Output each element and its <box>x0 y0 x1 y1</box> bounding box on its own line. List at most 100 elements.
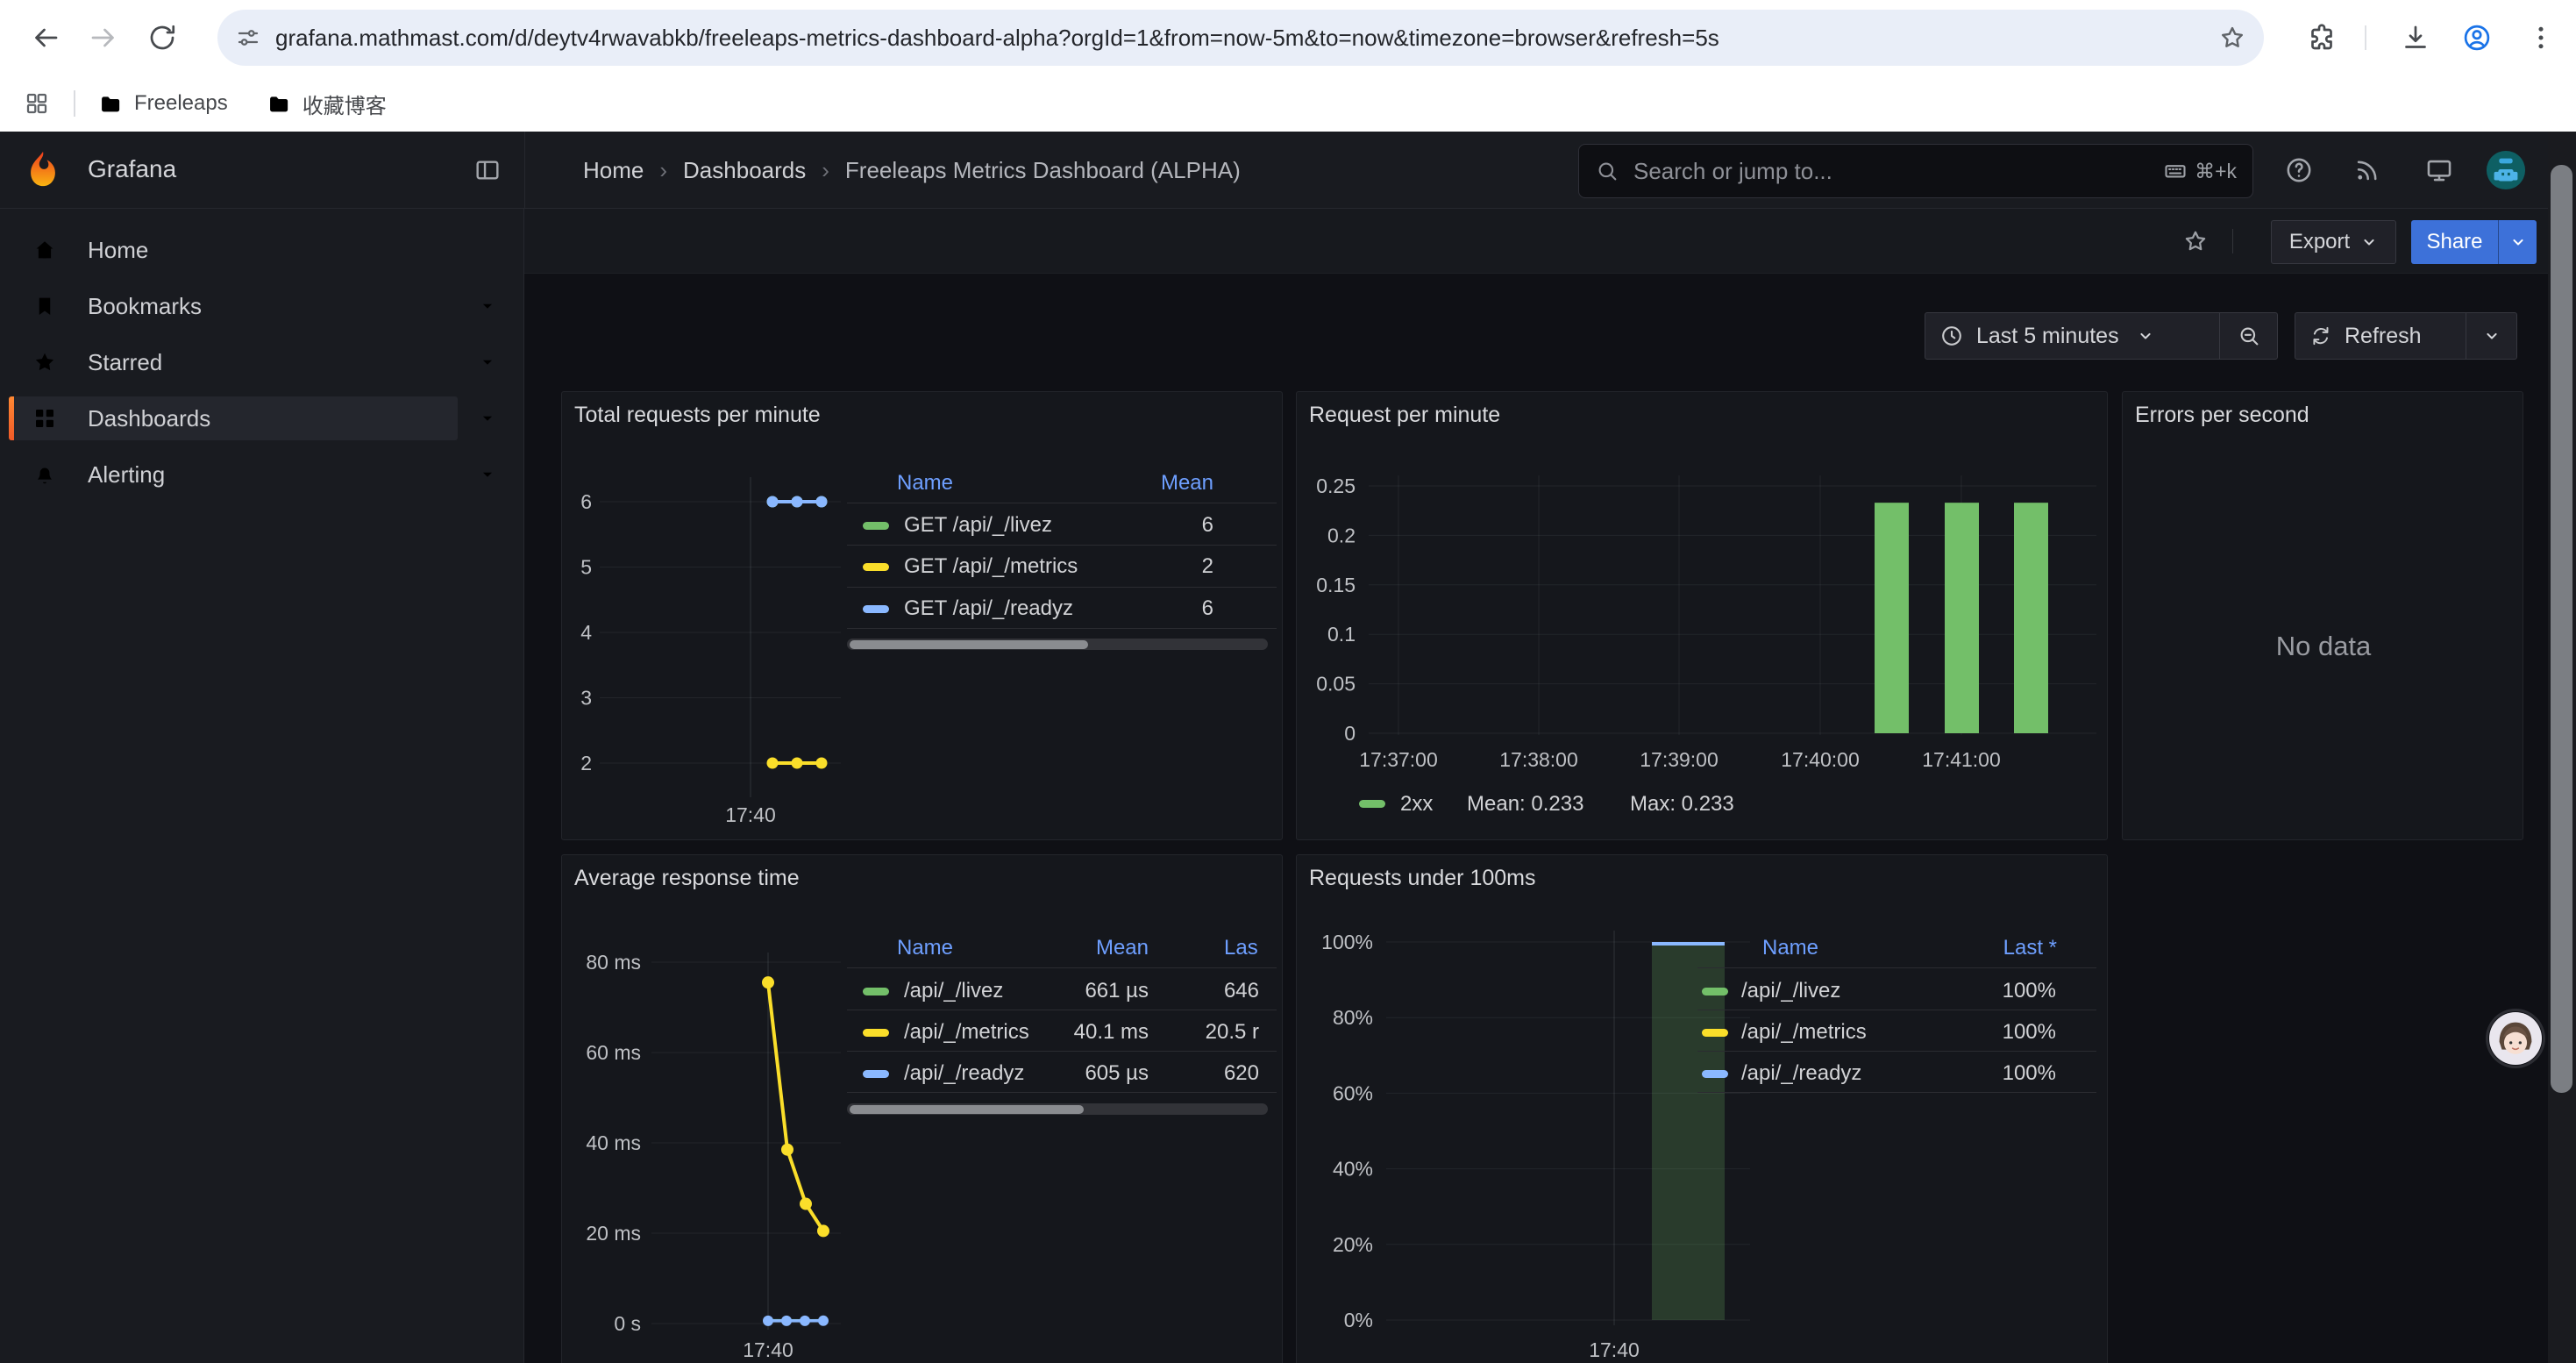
legend-series-name[interactable]: /api/_/readyz <box>904 1061 1024 1086</box>
legend-header[interactable]: Las <box>1224 936 1258 960</box>
legend-value: 20.5 r <box>1206 1020 1259 1045</box>
chevron-down-icon[interactable] <box>478 296 497 316</box>
bookmark-item[interactable]: Freeleaps <box>98 91 228 116</box>
refresh-icon <box>2309 325 2332 347</box>
share-caret-button[interactable] <box>2498 220 2537 264</box>
svg-text:0.2: 0.2 <box>1327 524 1356 546</box>
sidebar-item-home[interactable]: Home <box>0 222 524 278</box>
assistant-avatar[interactable] <box>2488 1011 2543 1066</box>
browser-menu-icon[interactable] <box>2525 22 2557 54</box>
panel-title[interactable]: Errors per second <box>2135 403 2309 428</box>
bookmark-star-icon[interactable] <box>2218 24 2246 52</box>
profile-icon[interactable] <box>2461 22 2493 54</box>
share-label[interactable]: Share <box>2411 220 2498 264</box>
search-shortcut: ⌘+k <box>2163 159 2237 183</box>
reload-icon[interactable] <box>146 22 178 54</box>
sidebar-item-bookmarks[interactable]: Bookmarks <box>0 278 524 334</box>
panel-errors-per-second: Errors per second No data <box>2122 391 2523 840</box>
refresh-interval-caret[interactable] <box>2466 313 2516 359</box>
legend-divider <box>1697 1092 2096 1093</box>
sidebar-item-alerting[interactable]: Alerting <box>0 446 524 503</box>
legend-divider <box>847 587 1277 588</box>
series-pill <box>863 563 889 571</box>
legend-series-name[interactable]: /api/_/metrics <box>904 1020 1029 1045</box>
export-button[interactable]: Export <box>2271 220 2396 264</box>
legend-header[interactable]: Mean <box>1161 471 1213 496</box>
scrollbar-thumb[interactable] <box>2551 165 2572 1093</box>
legend-divider <box>847 967 1277 968</box>
breadcrumb-item[interactable]: Freeleaps Metrics Dashboard (ALPHA) <box>845 157 1241 184</box>
legend-table: NameMeanLas/api/_/livez661 µs646/api/_/m… <box>562 855 1282 1363</box>
bookmark-item[interactable]: 收藏博客 <box>267 89 387 119</box>
legend-header[interactable]: Name <box>897 936 953 960</box>
collapse-menu-icon[interactable] <box>473 156 502 184</box>
legend-header[interactable]: Last * <box>2003 936 2057 960</box>
user-avatar[interactable] <box>2486 150 2526 190</box>
legend-scrollbar[interactable] <box>847 639 1268 650</box>
legend-mean: Mean: 0.233 <box>1467 792 1583 817</box>
page-scrollbar[interactable] <box>2548 132 2576 1363</box>
display-icon[interactable] <box>2424 155 2454 185</box>
time-range-picker[interactable]: Last 5 minutes <box>1925 312 2278 360</box>
site-settings-icon[interactable] <box>235 25 261 51</box>
series-pill <box>1702 988 1728 995</box>
sidebar-item-highlight <box>9 453 458 496</box>
panel-title[interactable]: Request per minute <box>1309 403 1500 428</box>
sidebar-item-dashboards[interactable]: Dashboards <box>0 390 524 446</box>
search-box[interactable]: ⌘+k <box>1578 144 2253 198</box>
chevron-down-icon[interactable] <box>478 409 497 428</box>
favorite-dashboard-icon[interactable] <box>2182 228 2209 254</box>
chevron-down-icon <box>2509 233 2527 251</box>
legend-table: NameLast */api/_/livez100%/api/_/metrics… <box>1297 855 2107 1363</box>
sidebar-item-starred[interactable]: Starred <box>0 334 524 390</box>
grafana-logo[interactable] <box>23 149 63 189</box>
legend-scrollbar-thumb[interactable] <box>850 640 1088 649</box>
forward-icon[interactable] <box>88 22 119 54</box>
legend-header[interactable]: Name <box>1762 936 1818 960</box>
chevron-down-icon[interactable] <box>478 353 497 372</box>
series-pill <box>863 605 889 613</box>
legend-scrollbar-thumb[interactable] <box>850 1105 1084 1114</box>
legend-divider <box>1697 967 2096 968</box>
legend-series-name[interactable]: 2xx <box>1400 792 1433 817</box>
search-input[interactable] <box>1632 157 2151 186</box>
share-button[interactable]: Share <box>2411 220 2537 264</box>
legend-series-name[interactable]: GET /api/_/readyz <box>904 596 1073 621</box>
downloads-icon[interactable] <box>2400 22 2431 54</box>
legend-series-name[interactable]: GET /api/_/livez <box>904 513 1052 538</box>
help-icon[interactable] <box>2284 155 2314 185</box>
legend-series-name[interactable]: /api/_/readyz <box>1741 1061 1861 1086</box>
bookmark-icon <box>32 293 58 319</box>
sidebar-item-highlight <box>9 396 458 440</box>
legend-header[interactable]: Name <box>897 471 953 496</box>
url-text[interactable]: grafana.mathmast.com/d/deytv4rwavabkb/fr… <box>275 25 2218 52</box>
legend-series-name[interactable]: /api/_/metrics <box>1741 1020 1867 1045</box>
legend-header[interactable]: Mean <box>1096 936 1149 960</box>
svg-text:0.1: 0.1 <box>1327 623 1356 646</box>
news-icon[interactable] <box>2352 155 2382 185</box>
svg-text:17:40:00: 17:40:00 <box>1781 748 1860 771</box>
refresh-button[interactable]: Refresh <box>2295 312 2517 360</box>
toolbar-divider <box>2365 25 2366 50</box>
extensions-icon[interactable] <box>2306 22 2338 54</box>
legend-series-name[interactable]: /api/_/livez <box>1741 979 1840 1003</box>
bookmarks-list: Freeleaps 收藏博客 <box>98 75 387 132</box>
legend-series-name[interactable]: GET /api/_/metrics <box>904 554 1078 579</box>
breadcrumb-item[interactable]: Home <box>583 157 644 184</box>
back-icon[interactable] <box>30 22 61 54</box>
zoom-out-button[interactable] <box>2219 313 2277 359</box>
url-bar[interactable]: grafana.mathmast.com/d/deytv4rwavabkb/fr… <box>217 10 2264 66</box>
legend-scrollbar[interactable] <box>847 1103 1268 1115</box>
legend-divider <box>847 1092 1277 1093</box>
legend-series-name[interactable]: /api/_/livez <box>904 979 1003 1003</box>
refresh-label: Refresh <box>2345 324 2422 349</box>
side-panel-icon[interactable] <box>24 90 50 117</box>
breadcrumb-item[interactable]: Dashboards <box>683 157 806 184</box>
breadcrumb-separator: › <box>659 157 667 184</box>
series-pill <box>1702 1070 1728 1078</box>
legend-value: 6 <box>1202 513 1213 538</box>
chevron-down-icon[interactable] <box>478 465 497 484</box>
time-range-label: Last 5 minutes <box>1976 324 2119 349</box>
series-pill <box>863 1070 889 1078</box>
legend-divider <box>847 628 1277 629</box>
